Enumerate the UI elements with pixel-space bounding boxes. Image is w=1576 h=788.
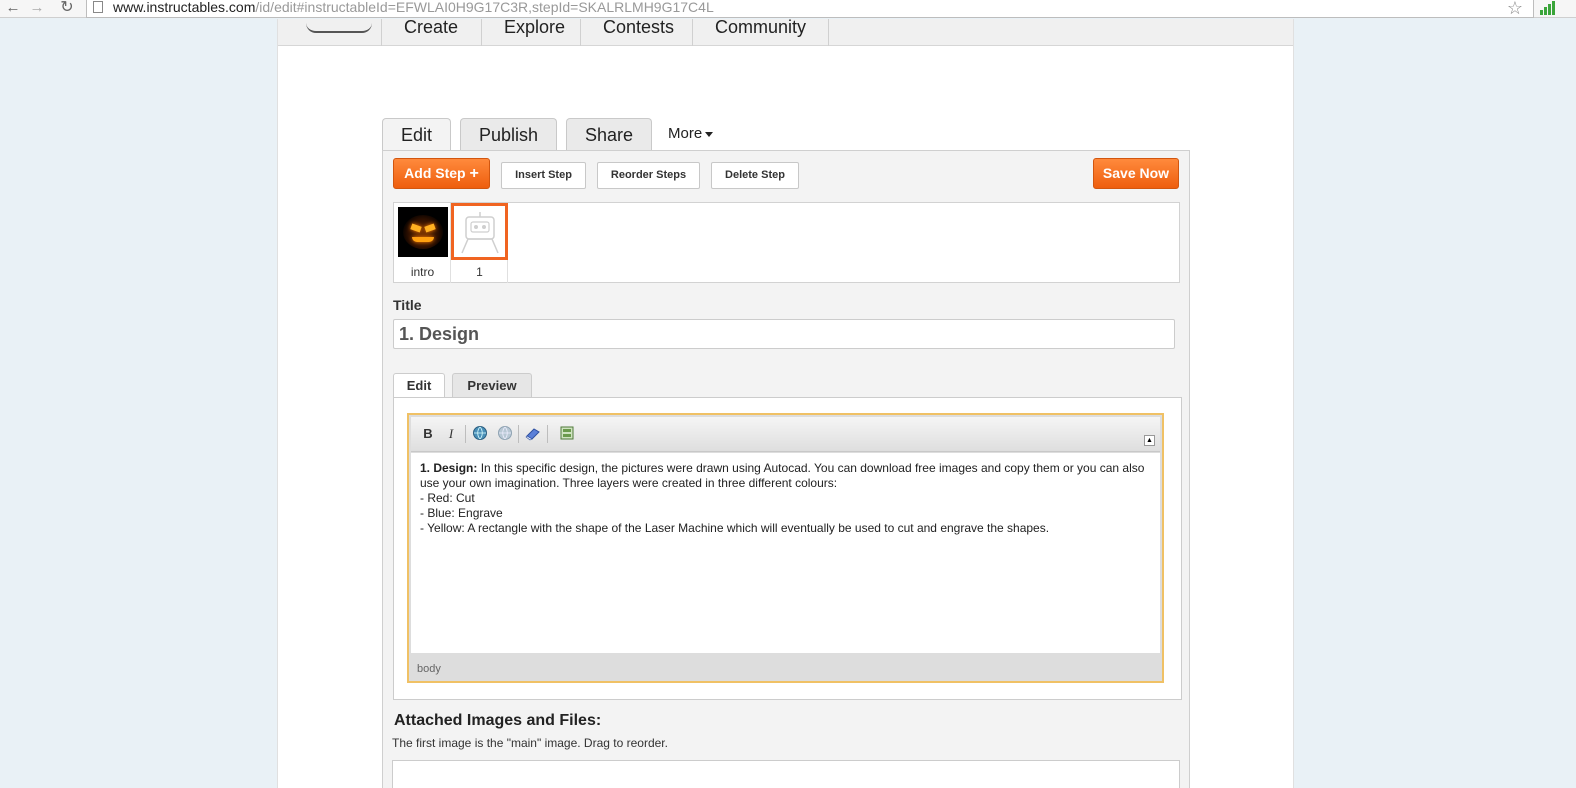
page-container: Create Explore Contests Community Edit P… [277,18,1294,788]
tab-share[interactable]: Share [566,118,652,151]
insert-media-icon[interactable] [558,425,576,443]
url-text: www.instructables.com/id/edit#instructab… [113,0,714,15]
step-label: intro [410,265,435,279]
add-step-label: Add Step [404,165,466,181]
nav-create[interactable]: Create [381,18,480,46]
more-label: More [668,125,703,142]
reorder-steps-button[interactable]: Reorder Steps [597,162,700,189]
selected-step-frame [451,203,508,260]
browser-toolbar: ← → ↻ www.instructables.com/id/edit#inst… [0,0,1576,18]
bookmark-star-icon[interactable]: ☆ [1507,0,1523,19]
nav-contests[interactable]: Contests [580,18,696,46]
attachments-heading: Attached Images and Files: [394,712,602,729]
title-label: Title [393,297,422,313]
rich-text-editor: B I ▲ 1. Design: In this specific design… [407,413,1164,683]
rte-toolbar: B I ▲ [411,417,1160,452]
page-icon [93,1,103,13]
robot-placeholder-icon [461,212,499,254]
delete-step-button[interactable]: Delete Step [711,162,799,189]
editor-tab-edit[interactable]: Edit [393,373,445,399]
rte-paragraph: 1. Design: In this specific design, the … [420,461,1151,491]
tab-publish[interactable]: Publish [460,118,557,151]
site-logo[interactable] [306,23,372,33]
forward-arrow-icon[interactable]: → [28,0,46,18]
attachments-hint: The first image is the "main" image. Dra… [392,736,668,750]
nav-explore[interactable]: Explore [481,18,587,46]
reload-icon[interactable]: ↻ [58,0,76,18]
editor-tab-panel: B I ▲ 1. Design: In this specific design… [393,397,1182,700]
back-arrow-icon[interactable]: ← [4,0,22,18]
nav-community[interactable]: Community [692,18,830,46]
rte-content-area[interactable]: 1. Design: In this specific design, the … [411,453,1160,653]
add-step-button[interactable]: Add Step + [393,158,490,189]
title-input[interactable] [393,319,1175,349]
steps-strip: intro 1 [393,202,1180,283]
bold-icon[interactable]: B [419,425,437,443]
save-now-button[interactable]: Save Now [1093,158,1179,189]
layer-blue-line: - Blue: Engrave [420,506,503,520]
editor-panel: Add Step + Insert Step Reorder Steps Del… [382,150,1190,788]
editor-tab-preview[interactable]: Preview [452,373,532,398]
tab-edit[interactable]: Edit [382,118,451,152]
layer-yellow-line: - Yellow: A rectangle with the shape of … [420,521,1050,535]
unlink-icon[interactable] [496,425,514,443]
intro-text: In this specific design, the pictures we… [420,461,1145,490]
layer-red-line: - Red: Cut [420,491,475,505]
insert-step-button[interactable]: Insert Step [501,162,586,189]
site-nav: Create Explore Contests Community [278,18,1293,46]
attachments-dropzone[interactable] [392,760,1180,788]
rte-element-path: body [417,663,441,675]
step-label: 1 [476,265,483,279]
step-heading: 1. Design: [420,461,478,475]
plus-icon: + [469,165,479,182]
collapse-toolbar-icon[interactable]: ▲ [1144,435,1155,446]
address-bar[interactable]: www.instructables.com/id/edit#instructab… [86,0,1534,18]
signal-strength-icon [1540,1,1555,15]
jack-o-lantern-image [398,207,448,257]
step-thumb-intro[interactable]: intro [394,203,451,283]
more-dropdown[interactable]: More [668,125,714,142]
insert-link-icon[interactable] [471,425,489,443]
eraser-icon[interactable] [524,425,542,443]
chevron-down-icon [705,131,714,137]
italic-icon[interactable]: I [442,425,460,443]
